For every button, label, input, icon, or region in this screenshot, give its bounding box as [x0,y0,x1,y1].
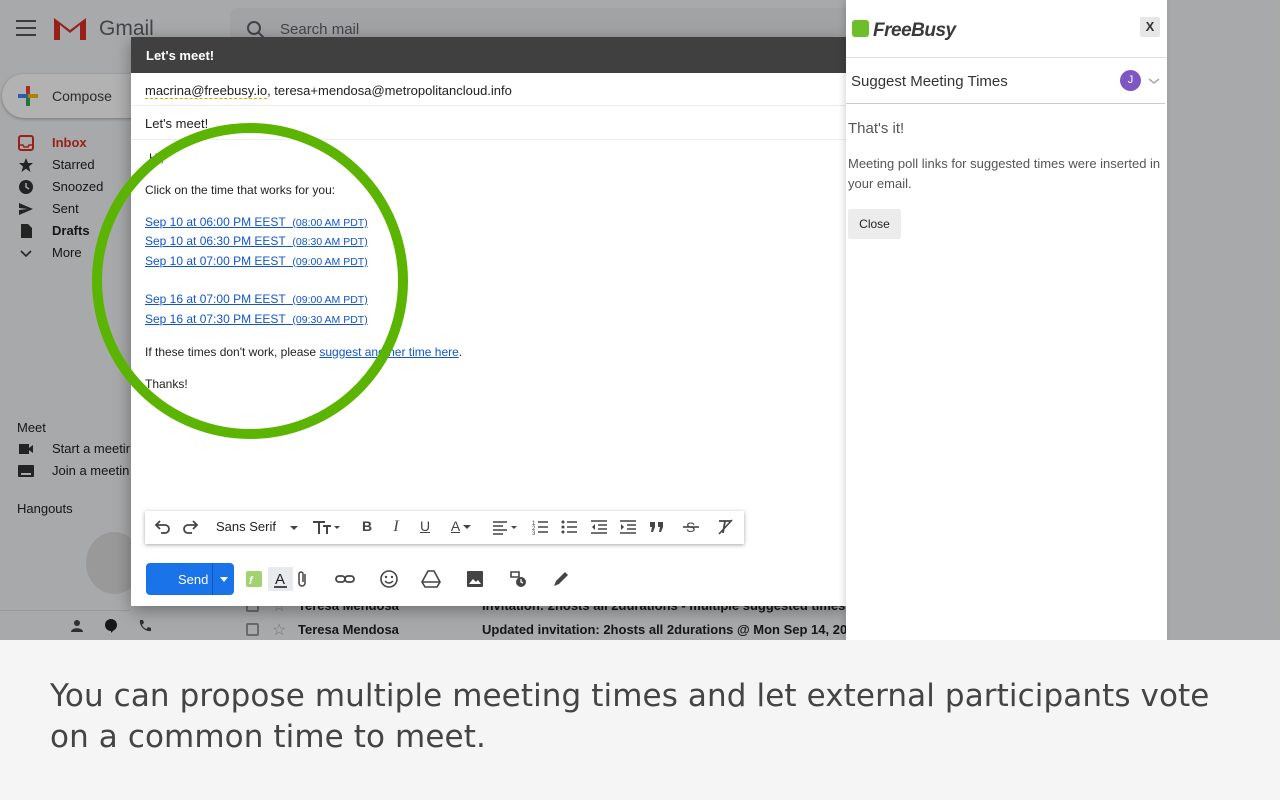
panel-title: Suggest Meeting Times [851,73,1008,90]
compose-window: Let's meet! macrina@freebusy.io, teresa+… [131,37,847,606]
subject-field[interactable]: Let's meet! [131,106,847,140]
time-slot-link[interactable]: Sep 16 at 07:00 PM EEST (09:00 AM PDT) [145,292,368,306]
time-local: Sep 10 at 06:30 PM EEST [145,234,286,248]
time-pdt: (08:30 AM PDT) [292,236,368,248]
font-family-select[interactable]: Sans Serif [216,519,298,534]
time-slot-link[interactable]: Sep 10 at 06:30 PM EEST (08:30 AM PDT) [145,234,368,248]
greeting-text: Hi, [149,151,164,165]
attach-icon[interactable] [293,569,313,589]
send-label: Send [178,572,209,587]
text-color-icon[interactable]: A [445,518,477,536]
recipient-rest: , teresa+mendosa@metropolitancloud.info [267,83,512,98]
confirmation-heading: That's it! [848,120,905,137]
recipients-text: macrina@freebusy.io, teresa+mendosa@metr… [145,83,512,99]
font-family-value: Sans Serif [216,519,276,534]
bold-icon[interactable]: B [359,518,375,536]
time-slot-link[interactable]: Sep 10 at 06:00 PM EEST (08:00 AM PDT) [145,215,368,229]
time-slot-link[interactable]: Sep 10 at 07:00 PM EEST (09:00 AM PDT) [145,254,368,268]
freebusy-logo-icon [852,20,869,37]
signature-icon[interactable] [551,569,571,589]
undo-icon[interactable] [153,518,171,536]
compose-title: Let's meet! [146,48,215,63]
subject-value: Let's meet! [145,116,209,131]
time-local: Sep 10 at 07:00 PM EEST [145,254,286,268]
quote-icon[interactable] [648,518,666,536]
message-body[interactable]: Hi, Click on the time that works for you… [131,140,847,500]
time-local: Sep 16 at 07:00 PM EEST [145,292,286,306]
time-pdt: (08:00 AM PDT) [292,217,368,229]
remove-formatting-icon[interactable] [716,518,734,536]
strikethrough-icon[interactable]: S [682,518,700,536]
send-button[interactable]: Send [146,563,234,595]
divider [846,57,1167,58]
time-local: Sep 10 at 06:00 PM EEST [145,215,286,229]
compose-titlebar[interactable]: Let's meet! [131,37,847,73]
indent-less-icon[interactable] [590,518,608,536]
recipients-field[interactable]: macrina@freebusy.io, teresa+mendosa@metr… [131,73,847,106]
chevron-down-icon[interactable] [1147,74,1161,88]
intro-text: Click on the time that works for you: [145,183,336,197]
send-options-icon[interactable] [220,577,228,582]
svg-text:A: A [275,571,285,588]
indent-more-icon[interactable] [619,518,637,536]
bulleted-list-icon[interactable] [560,518,578,536]
send-separator [212,563,213,595]
close-button[interactable]: Close [848,209,901,239]
text-size-icon[interactable] [311,518,341,536]
time-pdt: (09:30 AM PDT) [292,314,368,326]
formatting-options-icon[interactable]: A [268,567,293,591]
screenshot-stage: Gmail Search mail Compose Inbox Starred … [0,0,1280,640]
close-icon[interactable]: X [1140,17,1160,37]
confidential-mode-icon[interactable] [508,569,528,589]
confirmation-message: Meeting poll links for suggested times w… [848,156,1161,191]
time-local: Sep 16 at 07:30 PM EEST [145,312,286,326]
align-icon[interactable] [491,518,521,536]
fallback-text: If these times don't work, please sugges… [145,345,462,359]
drive-icon[interactable] [421,569,441,589]
freebusy-logo-text: FreeBusy [873,20,956,41]
thanks-text: Thanks! [145,377,188,391]
italic-icon[interactable]: I [388,518,404,536]
link-icon[interactable] [335,569,355,589]
fallback-after: . [458,345,463,359]
freebusy-panel: FreeBusy X Suggest Meeting Times J That'… [846,0,1167,640]
suggest-another-time-link[interactable]: suggest another time here [319,345,458,359]
freebusy-icon[interactable]: f [244,569,264,589]
divider [846,103,1165,104]
numbered-list-icon[interactable]: 123 [531,518,549,536]
time-pdt: (09:00 AM PDT) [292,294,368,306]
recipient-chip: macrina@freebusy.io [145,83,268,99]
caption-text: You can propose multiple meeting times a… [50,678,1210,755]
svg-text:3: 3 [532,531,536,536]
avatar[interactable]: J [1120,70,1141,91]
underline-icon[interactable]: U [417,518,433,536]
redo-icon[interactable] [182,518,200,536]
time-pdt: (09:00 AM PDT) [292,256,368,268]
emoji-icon[interactable] [379,569,399,589]
time-slot-link[interactable]: Sep 16 at 07:30 PM EEST (09:30 AM PDT) [145,312,368,326]
formatting-toolbar: Sans Serif B I U A 123 S [145,511,744,544]
photo-icon[interactable] [465,569,485,589]
fallback-before: If these times don't work, please [145,345,320,359]
